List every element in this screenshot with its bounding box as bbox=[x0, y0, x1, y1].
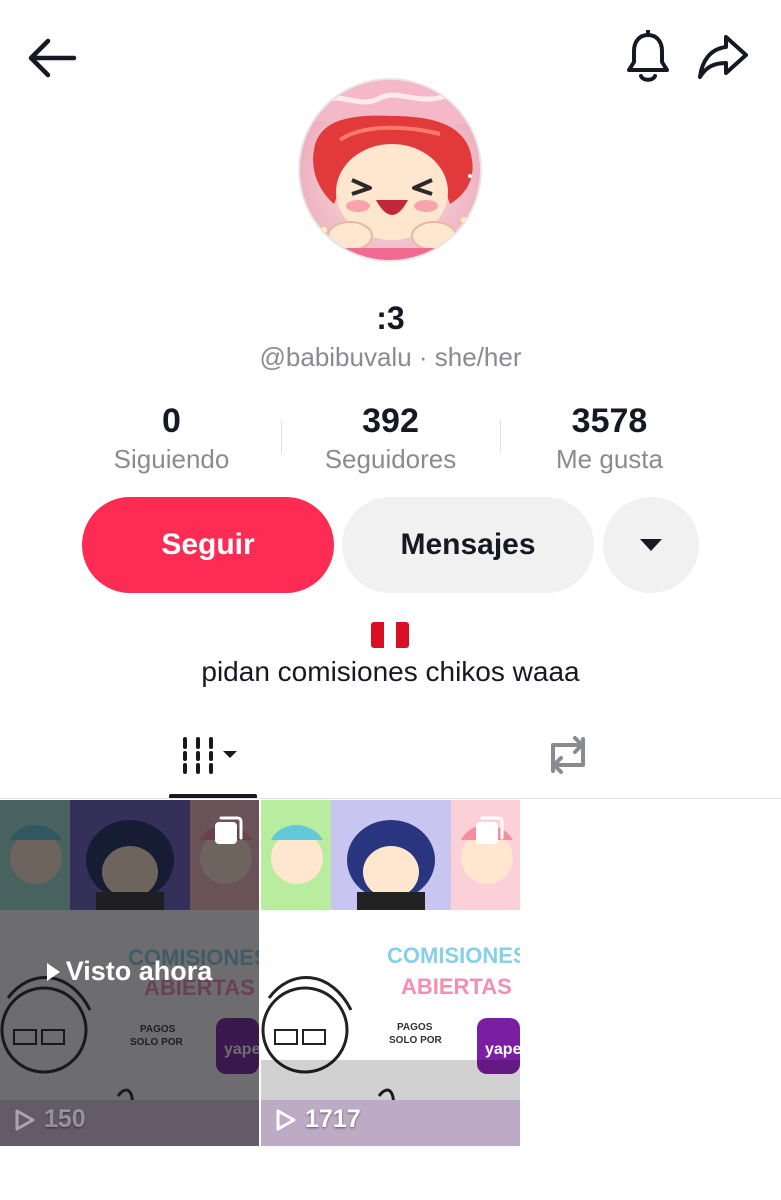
bell-icon bbox=[627, 30, 669, 82]
multi-image-icon bbox=[215, 816, 243, 844]
multi-image-icon bbox=[476, 816, 504, 844]
caret-down-icon bbox=[640, 539, 662, 551]
share-button[interactable] bbox=[692, 28, 754, 86]
watched-label: Visto ahora bbox=[0, 956, 259, 987]
following-label: Siguiendo bbox=[113, 444, 230, 474]
stats-row: 0 Siguiendo 392 Seguidores 3578 Me gusta bbox=[62, 400, 719, 480]
followers-count: 392 bbox=[362, 402, 419, 440]
likes-count: 3578 bbox=[571, 402, 648, 440]
avatar-illustration bbox=[300, 80, 480, 260]
bio-text: pidan comisiones chikos waaa bbox=[201, 656, 580, 687]
content-tabs bbox=[0, 712, 781, 800]
profile-actions: Seguir Mensajes bbox=[0, 497, 781, 593]
message-button[interactable]: Mensajes bbox=[342, 497, 594, 593]
thumb-pay-line2: SOLO POR bbox=[389, 1035, 443, 1046]
username-pronouns: @babibuvalu · she/her bbox=[259, 342, 522, 372]
thumb-title-line2: ABIERTAS bbox=[401, 974, 512, 999]
tabs-divider bbox=[0, 798, 781, 799]
tab-reposts[interactable] bbox=[518, 712, 618, 798]
repost-icon bbox=[551, 736, 585, 774]
peru-flag-icon bbox=[371, 622, 409, 648]
thumb-brand: yape bbox=[485, 1041, 520, 1058]
share-icon bbox=[698, 35, 748, 79]
grid-icon bbox=[183, 737, 237, 774]
thumb-title-line1: COMISIONES bbox=[387, 943, 520, 968]
stat-likes[interactable]: 3578 Me gusta bbox=[500, 400, 719, 476]
followers-label: Seguidores bbox=[324, 444, 457, 474]
thumb-pay-line1: PAGOS bbox=[397, 1022, 433, 1033]
notifications-button[interactable] bbox=[618, 28, 678, 86]
play-triangle-icon bbox=[46, 962, 60, 981]
video-tile[interactable]: COMISIONES ABIERTAS PAGOS SOLO POR yape … bbox=[261, 800, 520, 1146]
follow-button[interactable]: Seguir bbox=[82, 497, 334, 593]
display-name: :3 bbox=[376, 300, 405, 336]
video-tile[interactable]: COMISIONES ABIERTAS PAGOS SOLO POR yape … bbox=[0, 800, 259, 1146]
following-count: 0 bbox=[162, 402, 181, 440]
watched-text: Visto ahora bbox=[65, 956, 213, 986]
video-grid: COMISIONES ABIERTAS PAGOS SOLO POR yape … bbox=[0, 800, 781, 1146]
likes-label: Me gusta bbox=[556, 444, 663, 474]
play-icon bbox=[15, 1109, 35, 1130]
tab-videos[interactable] bbox=[160, 712, 260, 798]
back-button[interactable] bbox=[22, 30, 82, 86]
more-options-button[interactable] bbox=[603, 497, 699, 593]
view-count: 1717 bbox=[275, 1105, 361, 1134]
stat-following[interactable]: 0 Siguiendo bbox=[62, 400, 281, 476]
back-arrow-icon bbox=[28, 38, 77, 78]
stat-followers[interactable]: 392 Seguidores bbox=[281, 400, 500, 476]
view-count-text: 1717 bbox=[305, 1105, 361, 1133]
view-count-text: 150 bbox=[44, 1105, 86, 1133]
play-icon bbox=[276, 1109, 296, 1130]
video-thumbnail: COMISIONES ABIERTAS PAGOS SOLO POR yape bbox=[261, 800, 520, 1146]
view-count: 150 bbox=[14, 1105, 86, 1134]
avatar[interactable] bbox=[298, 78, 482, 262]
